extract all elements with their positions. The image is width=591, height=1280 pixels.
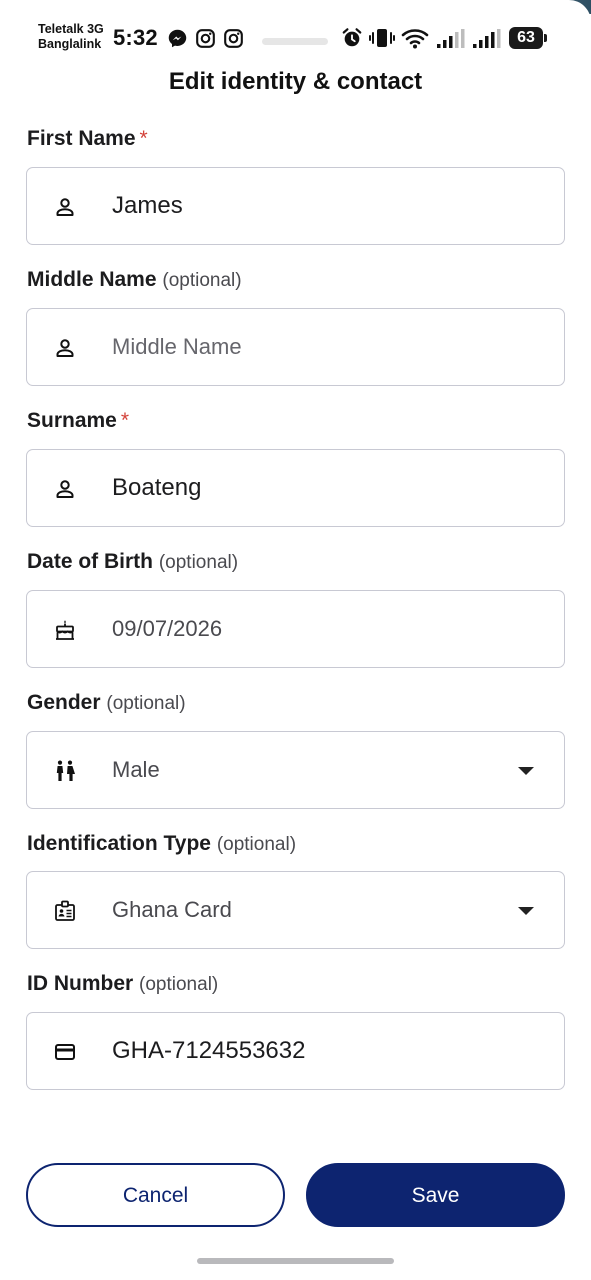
messenger-icon (168, 29, 187, 48)
id-type-dropdown[interactable]: Ghana Card (26, 871, 565, 949)
middle-name-input[interactable]: Middle Name (112, 309, 242, 384)
instagram-icon (224, 29, 243, 48)
surname-label: Surname * (27, 409, 129, 433)
badge-icon (55, 900, 75, 921)
status-bar: Teletalk 3G Banglalink 5:32 63 (0, 18, 591, 58)
people-icon (56, 760, 75, 781)
instagram-icon (196, 29, 215, 48)
gender-label: Gender (optional) (27, 691, 186, 715)
optional-tag: (optional) (216, 834, 297, 855)
dob-field[interactable]: 09/07/2026 (26, 590, 565, 668)
page-title: Edit identity & contact (168, 68, 423, 95)
id-type-selected-value: Ghana Card (112, 897, 232, 922)
first-name-field[interactable]: James (26, 167, 565, 245)
surname-input[interactable]: Boateng (112, 450, 201, 525)
middle-name-label: Middle Name (optional) (27, 268, 242, 292)
carrier-1: Teletalk 3G (38, 22, 104, 36)
id-number-field[interactable]: GHA-7124553632 (26, 1012, 565, 1090)
person-icon (56, 198, 74, 216)
carrier-names: Teletalk 3G Banglalink (38, 22, 104, 52)
id-number-label-text: ID Number (27, 972, 134, 995)
first-name-input[interactable]: James (112, 168, 183, 243)
dob-input[interactable]: 09/07/2026 (112, 591, 222, 666)
first-name-label-text: First Name (27, 127, 136, 150)
id-type-label-text: Identification Type (27, 832, 211, 855)
required-asterisk: * (139, 127, 148, 150)
id-number-input[interactable]: GHA-7124553632 (112, 1013, 305, 1088)
optional-tag: (optional) (158, 552, 239, 573)
surname-label-text: Surname (27, 409, 117, 432)
card-icon (55, 1044, 75, 1060)
notification-pill (262, 38, 328, 45)
vibrate-icon (369, 29, 395, 47)
status-time: 5:32 (113, 25, 158, 50)
middle-name-field[interactable]: Middle Name (26, 308, 565, 386)
chevron-down-icon[interactable] (518, 767, 534, 775)
wifi-icon (401, 29, 429, 49)
home-indicator[interactable] (197, 1258, 394, 1264)
cancel-button[interactable]: Cancel (26, 1163, 285, 1227)
alarm-icon (342, 28, 362, 47)
edit-sheet: Teletalk 3G Banglalink 5:32 63 Edit iden… (0, 0, 591, 1280)
optional-tag: (optional) (139, 974, 219, 995)
dob-label: Date of Birth (optional) (27, 550, 238, 574)
dob-label-text: Date of Birth (27, 550, 153, 573)
battery-icon: 63 (509, 27, 543, 49)
signal-icon (473, 29, 501, 48)
save-button[interactable]: Save (306, 1163, 565, 1227)
person-icon (56, 480, 74, 498)
gender-label-text: Gender (27, 691, 101, 714)
gender-selected-value: Male (112, 757, 160, 782)
cake-icon (56, 620, 74, 640)
gender-dropdown[interactable]: Male (26, 731, 565, 809)
first-name-label: First Name * (27, 127, 148, 151)
chevron-down-icon[interactable] (518, 907, 534, 915)
signal-icon (437, 29, 465, 48)
optional-tag: (optional) (106, 693, 186, 714)
battery-nub (544, 34, 547, 42)
battery-level: 63 (517, 29, 535, 46)
optional-tag: (optional) (162, 270, 242, 291)
id-type-label: Identification Type (optional) (27, 832, 296, 856)
person-icon (56, 339, 74, 357)
id-number-label: ID Number (optional) (27, 972, 218, 996)
carrier-2: Banglalink (38, 37, 102, 51)
middle-name-label-text: Middle Name (27, 268, 157, 291)
required-asterisk: * (120, 409, 130, 432)
surname-field[interactable]: Boateng (26, 449, 565, 527)
